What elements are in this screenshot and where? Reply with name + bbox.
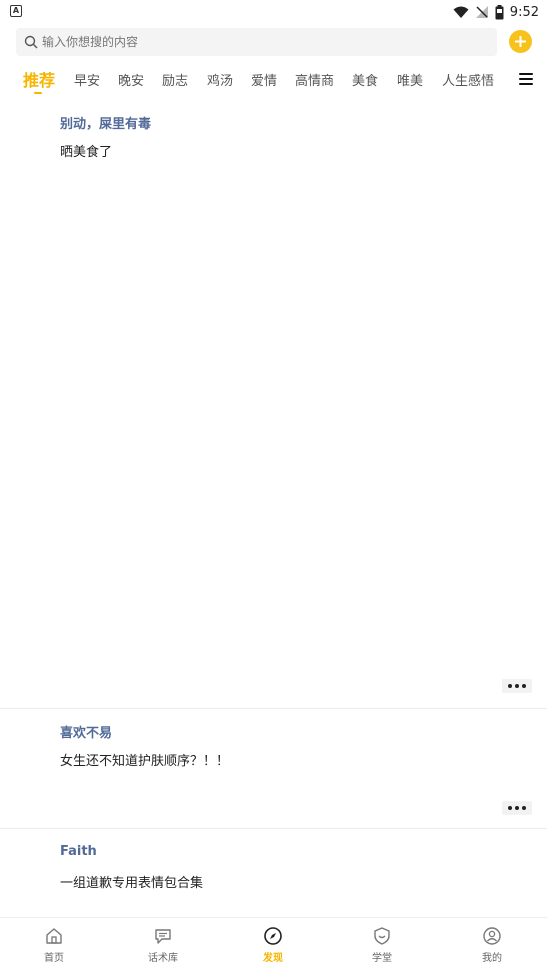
feed-author[interactable]: 喜欢不易 [60,722,112,741]
active-tab-indicator [34,92,42,94]
profile-icon [483,927,501,945]
tab-high-eq[interactable]: 高情商 [295,70,334,89]
search-box[interactable] [16,28,497,56]
wifi-icon [453,6,469,18]
add-button[interactable] [509,30,532,53]
nav-label: 我的 [482,953,502,964]
no-signal-icon [475,6,488,18]
nav-label: 话术库 [148,953,178,964]
menu-icon[interactable] [519,73,533,85]
app-notification-icon: A [10,5,22,17]
nav-mine[interactable]: 我的 [457,926,527,970]
home-icon [46,928,62,944]
more-options-button[interactable] [502,679,532,693]
status-icons: 9:52 [453,3,539,21]
tab-recommend[interactable]: 推荐 [23,67,55,91]
battery-icon [495,4,504,19]
tab-morning[interactable]: 早安 [74,70,100,89]
feed-text: 女生还不知道护肤顺序？！！ [60,754,230,769]
nav-label: 发现 [263,953,283,964]
feed-text: 晒美食了 [60,145,113,160]
divider [0,708,547,709]
tab-chicken-soup[interactable]: 鸡汤 [207,70,233,89]
feed-text: 一组道歉专用表情包合集 [60,876,204,891]
bottom-nav: 首页 话术库 发现 学堂 我的 [0,917,547,975]
more-options-button[interactable] [502,801,532,815]
nav-scripts[interactable]: 话术库 [128,926,198,970]
feed-author[interactable]: 别动，屎里有毒 [60,113,151,132]
chat-icon [155,929,171,944]
tab-night[interactable]: 晚安 [118,70,144,89]
nav-academy[interactable]: 学堂 [347,926,417,970]
status-time: 9:52 [509,4,539,20]
nav-label: 学堂 [372,953,392,964]
nav-discover[interactable]: 发现 [238,926,308,970]
search-row [0,28,547,58]
search-icon [24,35,38,49]
feed-author[interactable]: Faith [60,844,97,859]
category-tabs: 推荐 早安 晚安 励志 鸡汤 爱情 高情商 美食 唯美 人生感悟 [0,64,547,100]
tab-love[interactable]: 爱情 [251,70,277,89]
search-input[interactable] [42,35,472,49]
nav-home[interactable]: 首页 [19,926,89,970]
plus-icon [515,36,526,47]
tab-food[interactable]: 美食 [352,70,378,89]
tab-inspire[interactable]: 励志 [162,70,188,89]
compass-icon [264,927,282,945]
shield-icon [374,927,390,945]
divider [0,828,547,829]
status-bar: A 9:52 [0,0,547,24]
tab-aesthetic[interactable]: 唯美 [397,70,423,89]
tab-life-insight[interactable]: 人生感悟 [442,70,494,89]
nav-label: 首页 [44,953,64,964]
